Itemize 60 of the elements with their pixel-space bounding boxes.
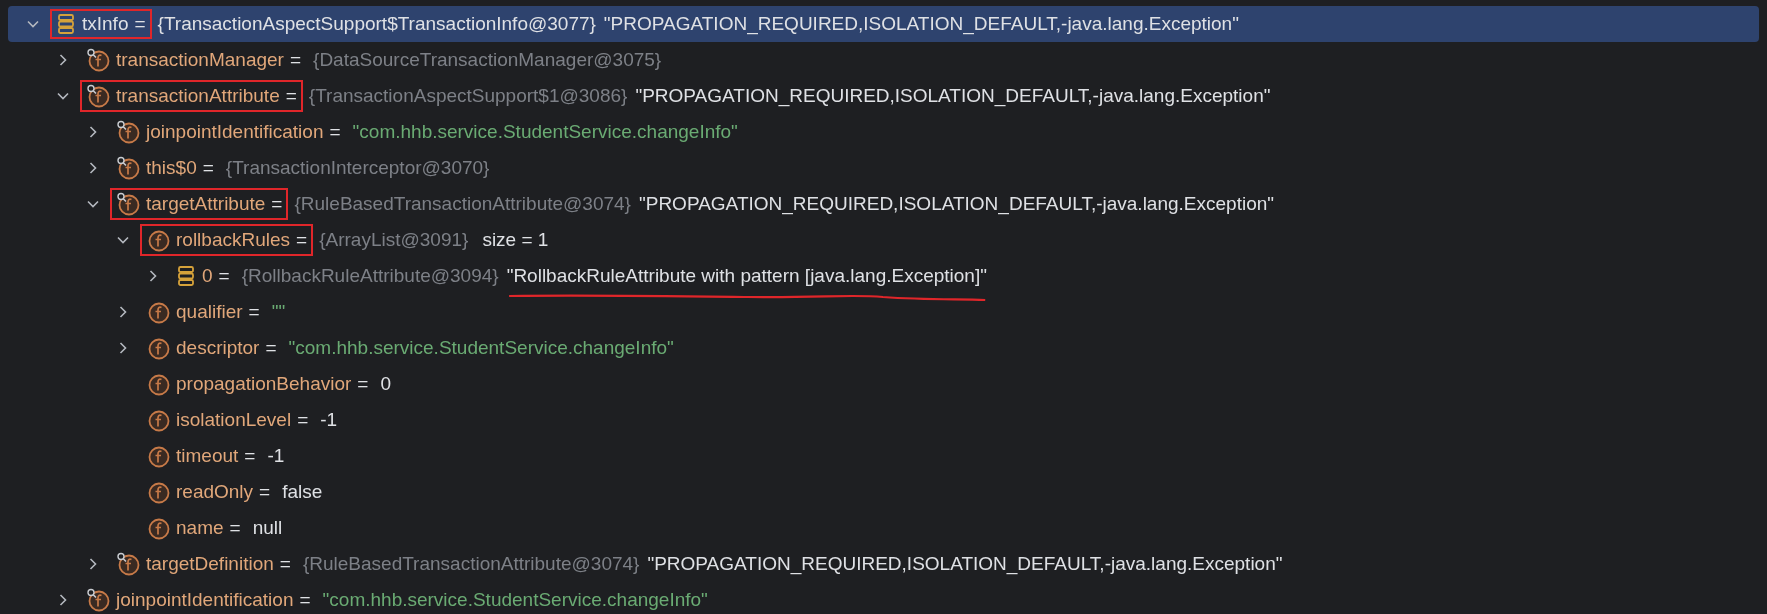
equals-sign: = (259, 481, 271, 503)
equals-sign: = (329, 121, 341, 143)
equals-sign: = (299, 589, 311, 611)
object-type: {RollbackRuleAttribute@3094} (241, 265, 499, 287)
equals-sign: = (297, 409, 309, 431)
variable-value: null (252, 517, 283, 538)
variable-name: transactionManager (116, 49, 284, 71)
equals-sign: = (289, 49, 302, 71)
equals-sign: = (285, 85, 297, 107)
variable-name: joinpointIdentification (116, 589, 294, 611)
array-icon (56, 13, 76, 35)
variable-value: false (282, 481, 323, 502)
variable-name: qualifier (176, 301, 243, 323)
variable-value: "com.hhb.service.StudentService.changeInfo" (288, 337, 674, 358)
variable-value: "" (271, 301, 286, 322)
equals-sign: = (296, 229, 308, 251)
object-type: {RuleBasedTransactionAttribute@3074} (302, 553, 640, 575)
variable-name: rollbackRules (176, 229, 291, 251)
variable-name: descriptor (176, 337, 260, 359)
variable-value: "PROPAGATION_REQUIRED,ISOLATION_DEFAULT,-java.lang.Exception" (639, 193, 1275, 214)
variable-value: -1 (267, 445, 285, 466)
variable-name: timeout (176, 445, 239, 467)
variable-name: readOnly (176, 481, 254, 503)
equals-sign: = (244, 445, 256, 467)
equals-sign: = (229, 517, 241, 539)
equals-sign: = (265, 337, 277, 359)
variable-name: txInfo (82, 13, 129, 35)
object-type: {TransactionAspectSupport$1@3086} (308, 85, 628, 107)
object-type: {TransactionAspectSupport$TransactionInfo@3077} (157, 13, 596, 35)
variable-name: this$0 (146, 157, 197, 179)
variable-value: "com.hhb.service.StudentService.changeInfo" (352, 121, 738, 142)
size-label: size = 1 (482, 229, 549, 251)
variable-name: 0 (202, 265, 213, 287)
variable-name: transactionAttribute (116, 85, 280, 107)
object-type: {RuleBasedTransactionAttribute@3074} (294, 193, 631, 215)
variable-name: propagationBehavior (176, 373, 352, 395)
variable-name: targetAttribute (146, 193, 266, 215)
equals-sign: = (202, 157, 214, 179)
array-icon (176, 265, 196, 287)
variable-value: "PROPAGATION_REQUIRED,ISOLATION_DEFAULT,-java.lang.Exception" (647, 553, 1283, 574)
variable-name: joinpointIdentification (146, 121, 324, 143)
object-type: {ArrayList@3091} (319, 229, 469, 251)
equals-sign: = (279, 553, 291, 575)
variable-value: "PROPAGATION_REQUIRED,ISOLATION_DEFAULT,-java.lang.Exception" (635, 85, 1271, 106)
variable-value: "com.hhb.service.StudentService.changeInfo" (322, 589, 708, 610)
object-type: {DataSourceTransactionManager@3075} (313, 49, 662, 71)
object-type: {TransactionInterceptor@3070} (225, 157, 490, 179)
variable-value: "RollbackRuleAttribute with pattern [java.lang.Exception]" (506, 265, 987, 286)
equals-sign: = (271, 193, 283, 215)
equals-sign: = (248, 301, 260, 323)
equals-sign: = (357, 373, 369, 395)
variable-value: -1 (320, 409, 338, 430)
variable-name: isolationLevel (176, 409, 292, 431)
equals-sign: = (134, 13, 146, 35)
equals-sign: = (218, 265, 230, 287)
variable-value: 0 (380, 373, 392, 394)
selected-row[interactable]: txInfo = {TransactionAspectSupport$TransactionInfo@3077} "PROPAGATION_REQUIRED,ISOLATION_DEFAULT,-java.lang.Exception" (8, 6, 1759, 42)
variable-name: name (176, 517, 224, 539)
variable-name: targetDefinition (146, 553, 274, 575)
variable-value: "PROPAGATION_REQUIRED,ISOLATION_DEFAULT,-java.lang.Exception" (603, 13, 1239, 34)
